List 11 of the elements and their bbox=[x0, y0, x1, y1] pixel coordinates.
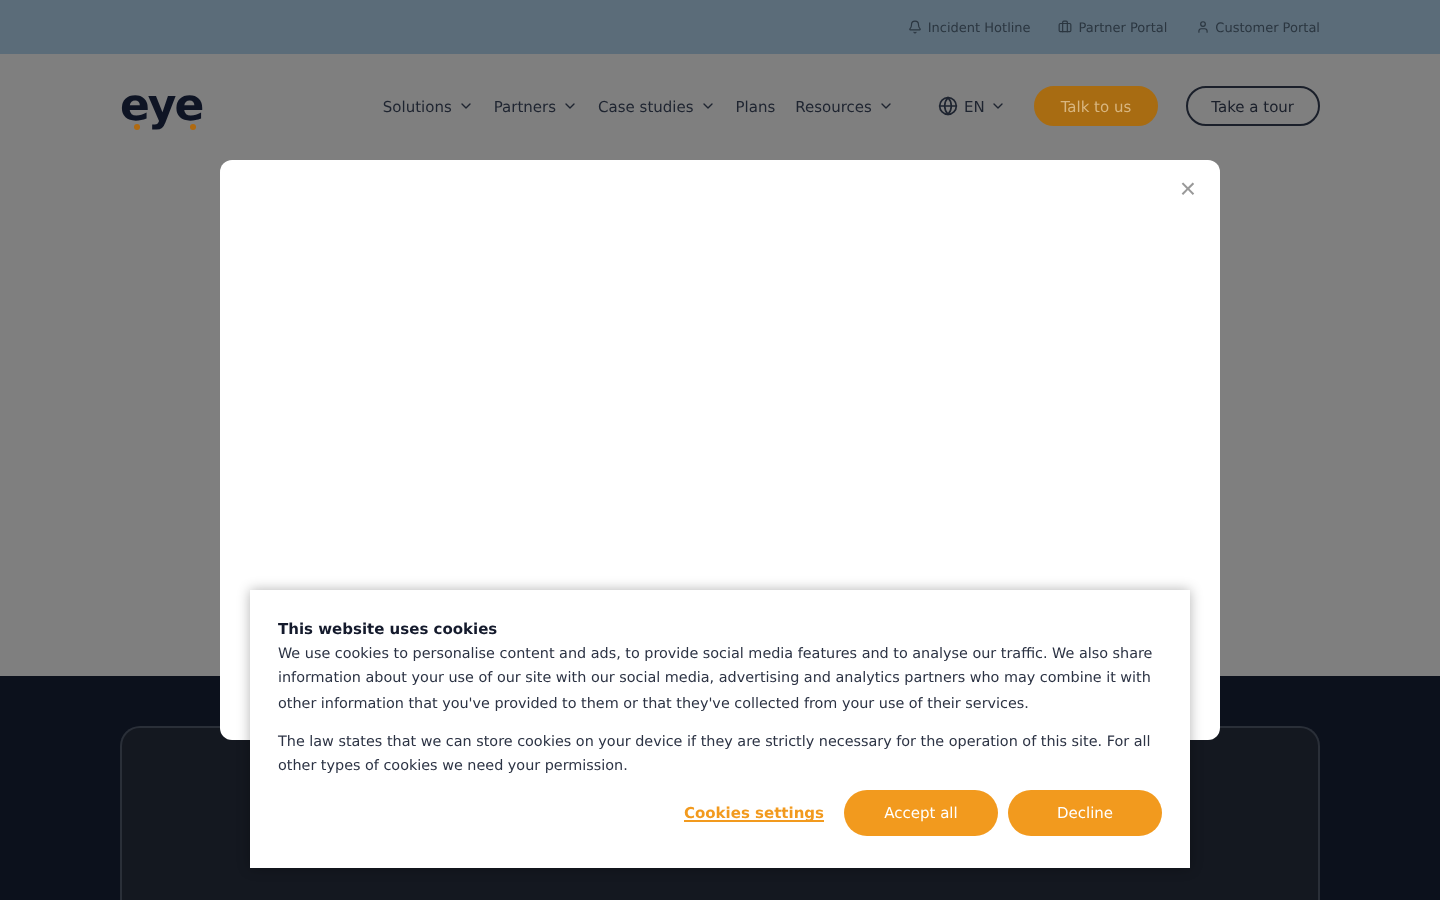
chevron-icon bbox=[699, 98, 716, 114]
user-icon bbox=[1195, 20, 1210, 34]
briefcase-icon bbox=[1058, 20, 1073, 34]
chevron-icon bbox=[457, 98, 474, 114]
chevron-icon bbox=[877, 98, 894, 114]
close-button[interactable]: × bbox=[1179, 172, 1196, 204]
chevron-icon bbox=[562, 98, 579, 114]
chevron-icon bbox=[990, 98, 1007, 114]
logo[interactable]: eye bbox=[120, 81, 203, 131]
globe-icon bbox=[937, 96, 958, 116]
bell-icon bbox=[907, 20, 922, 34]
